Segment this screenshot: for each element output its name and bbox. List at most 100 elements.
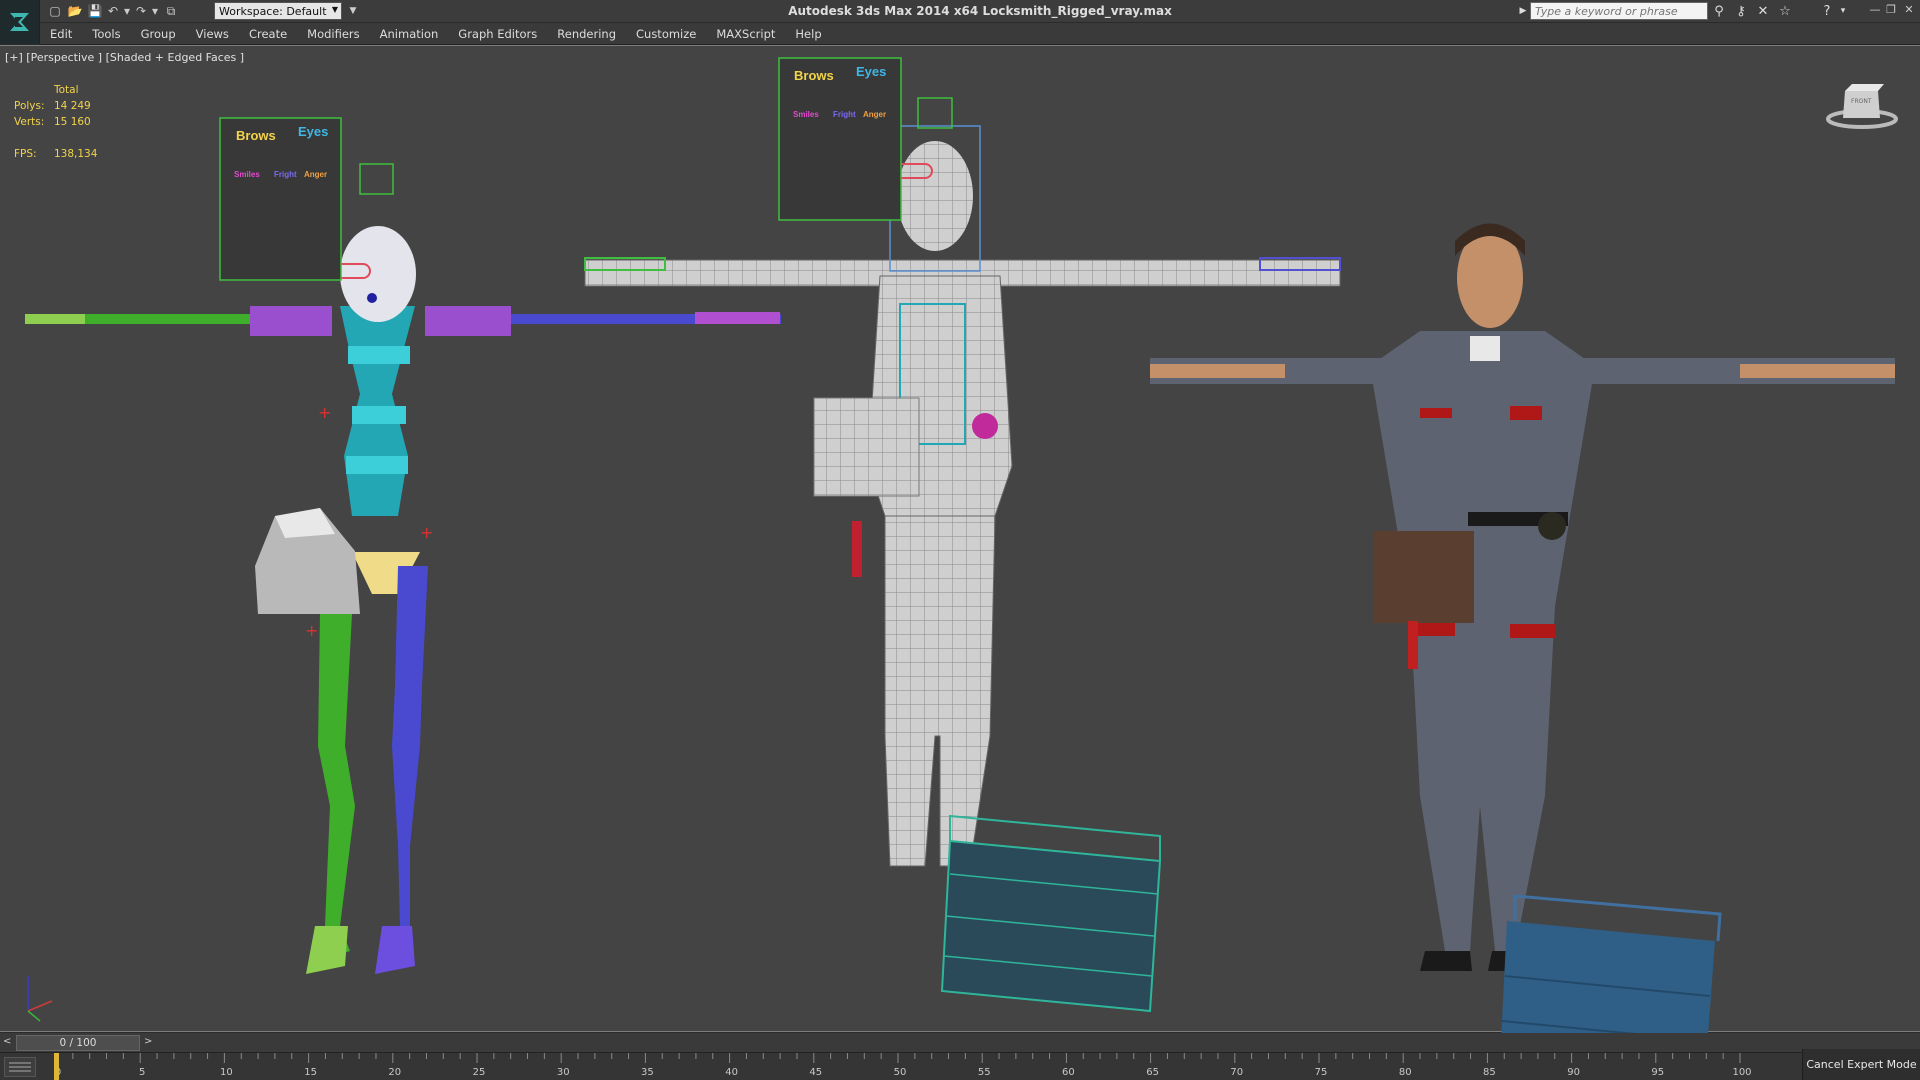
3dsmax-logo-icon (9, 13, 29, 31)
save-file-icon[interactable]: 💾 (86, 3, 104, 19)
stats-total-label: Total (54, 84, 79, 96)
face-panel-right-labels: Brows Eyes Smiles Fright Anger (781, 62, 899, 217)
current-frame-marker[interactable] (54, 1053, 59, 1080)
stats-polys-value: 14 249 (54, 100, 91, 112)
timeline-label: 5 (139, 1067, 145, 1078)
menu-bar: Edit Tools Group Views Create Modifiers … (40, 23, 1920, 45)
time-slider[interactable]: < 0 / 100 > (0, 1033, 1920, 1053)
eyes-label: Eyes (298, 124, 329, 139)
right-leg-bones[interactable] (392, 566, 428, 926)
menu-modifiers[interactable]: Modifiers (307, 27, 360, 41)
menu-group[interactable]: Group (141, 27, 176, 41)
minimize-button[interactable]: — (1868, 3, 1882, 17)
viewport-label[interactable]: [+] [Perspective ] [Shaded + Edged Faces… (5, 51, 244, 64)
quick-access-dropdown-icon[interactable]: ▼ (344, 3, 362, 19)
new-file-icon[interactable]: ▢ (46, 3, 64, 19)
open-file-icon[interactable]: 📂 (66, 3, 84, 19)
time-slider-next-button[interactable]: > (144, 1036, 156, 1050)
timeline-label: 65 (1146, 1067, 1159, 1078)
timeline-label: 45 (809, 1067, 822, 1078)
brows-label: Brows (236, 128, 276, 143)
menu-graph-editors[interactable]: Graph Editors (458, 27, 537, 41)
timeline-ruler[interactable]: 0510152025303540455055606570758085909510… (54, 1053, 1764, 1080)
timeline-label: 10 (220, 1067, 233, 1078)
timeline-label: 30 (557, 1067, 570, 1078)
timeline-label: 85 (1483, 1067, 1496, 1078)
search-input[interactable] (1530, 2, 1708, 20)
time-slider-prev-button[interactable]: < (3, 1036, 15, 1050)
timeline-label: 100 (1732, 1067, 1751, 1078)
timeline-label: 50 (894, 1067, 907, 1078)
timeline-label: 70 (1230, 1067, 1243, 1078)
menu-create[interactable]: Create (249, 27, 287, 41)
anger-label: Anger (863, 110, 887, 119)
left-leg-bones[interactable] (318, 614, 355, 961)
project-folder-icon[interactable]: ⧉ (162, 3, 180, 19)
svg-text:+: + (305, 621, 318, 640)
wire-legs[interactable] (884, 515, 996, 867)
curve-editor-glyph (9, 1062, 31, 1072)
timeline-label: 25 (473, 1067, 486, 1078)
fright-label: Fright (274, 170, 297, 179)
wireframe-character[interactable] (584, 97, 1341, 867)
stats-verts-label: Verts: (14, 116, 45, 128)
textured-toolbox[interactable] (1500, 894, 1722, 1033)
smiles-label: Smiles (234, 170, 260, 179)
stats-fps-value: 138,134 (54, 148, 98, 160)
stats-polys-label: Polys: (14, 100, 45, 112)
close-button[interactable]: ✕ (1902, 3, 1916, 17)
title-bar: ▢ 📂 💾 ↶ ▾ ↷ ▾ ⧉ Workspace: Default ▼ ▼ A… (0, 0, 1920, 44)
favorites-star-icon[interactable]: ☆ (1776, 3, 1794, 19)
right-clavicle-bone[interactable] (425, 306, 511, 336)
timeline-label: 80 (1399, 1067, 1412, 1078)
menu-maxscript[interactable]: MAXScript (716, 27, 775, 41)
communication-center-icon[interactable]: ✕ (1754, 3, 1772, 19)
binoculars-icon[interactable]: ⚲ (1710, 3, 1728, 19)
restore-button[interactable]: ❐ (1884, 3, 1898, 17)
fright-label: Fright (833, 110, 856, 119)
timeline-label: 95 (1651, 1067, 1664, 1078)
anger-label: Anger (304, 170, 328, 179)
chevron-down-icon: ▼ (331, 5, 338, 14)
scene-statistics: Total Polys: 14 249 Verts: 15 160 FPS: 138,… (14, 82, 97, 162)
menu-help[interactable]: Help (795, 27, 821, 41)
timeline-label: 60 (1062, 1067, 1075, 1078)
timeline-label: 35 (641, 1067, 654, 1078)
menu-tools[interactable]: Tools (92, 27, 120, 41)
textured-toolbelt[interactable] (1374, 531, 1474, 623)
wire-toolbox[interactable] (940, 814, 1162, 1013)
smiles-label: Smiles (793, 110, 819, 119)
viewcube-label: FRONT (1851, 98, 1872, 105)
wire-toolbelt[interactable] (813, 397, 920, 497)
subscription-key-icon[interactable]: ⚷ (1732, 3, 1750, 19)
svg-text:+: + (420, 523, 433, 542)
track-bar[interactable]: 0510152025303540455055606570758085909510… (0, 1053, 1920, 1080)
timeline-label: 20 (388, 1067, 401, 1078)
mini-curve-editor-icon[interactable] (4, 1057, 36, 1077)
perspective-viewport[interactable]: + + + Brows Eyes Smiles Fright Anger Bro… (0, 45, 1920, 1033)
stats-verts-value: 15 160 (54, 116, 91, 128)
help-dropdown-icon[interactable]: ▾ (1834, 3, 1852, 19)
timeline-label: 75 (1315, 1067, 1328, 1078)
cancel-expert-mode-button[interactable]: Cancel Expert Mode (1802, 1049, 1920, 1080)
svg-text:+: + (318, 403, 331, 422)
app-title: Autodesk 3ds Max 2014 x64 Locksmith_Rigg… (788, 4, 1172, 18)
timeline-label: 90 (1567, 1067, 1580, 1078)
workspace-select[interactable]: Workspace: Default ▼ (214, 2, 342, 20)
app-menu-button[interactable] (0, 0, 40, 44)
brows-label: Brows (794, 68, 834, 83)
menu-customize[interactable]: Customize (636, 27, 696, 41)
left-clavicle-bone[interactable] (250, 306, 332, 336)
wire-head[interactable] (897, 141, 973, 251)
time-slider-thumb[interactable]: 0 / 100 (16, 1035, 140, 1051)
menu-views[interactable]: Views (196, 27, 229, 41)
viewcube-icon[interactable] (1826, 84, 1898, 129)
textured-legs[interactable] (1410, 606, 1555, 951)
timeline-label: 40 (725, 1067, 738, 1078)
timeline-label: 55 (978, 1067, 991, 1078)
textured-locksmith-character[interactable] (1150, 223, 1895, 972)
biped-head[interactable] (340, 226, 416, 322)
menu-rendering[interactable]: Rendering (557, 27, 616, 41)
menu-animation[interactable]: Animation (380, 27, 439, 41)
menu-edit[interactable]: Edit (50, 27, 72, 41)
